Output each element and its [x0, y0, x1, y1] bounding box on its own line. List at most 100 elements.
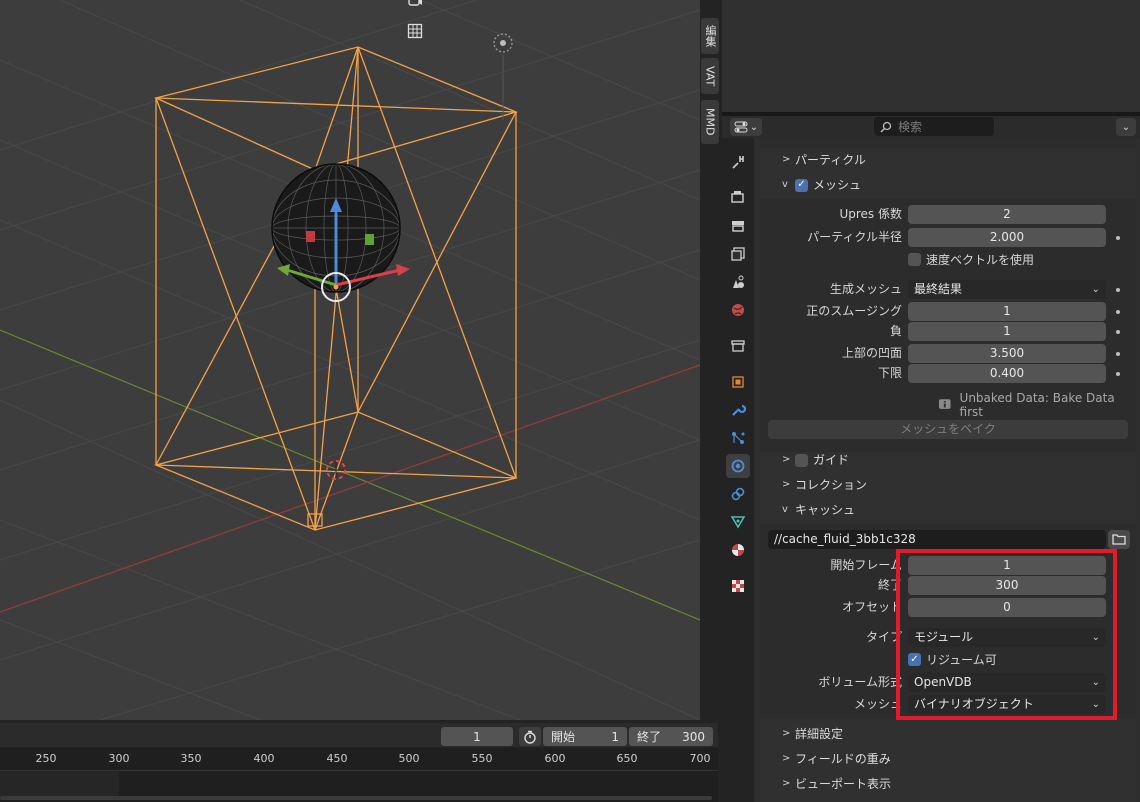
animate-dot[interactable] [1116, 372, 1120, 376]
upres-field[interactable]: 2 [908, 205, 1106, 224]
constraints-icon[interactable] [726, 482, 750, 506]
panel-particles-label: パーティクル [795, 153, 866, 167]
velocity-label: 速度ベクトルを使用 [926, 252, 1035, 267]
timeline-ruler[interactable]: 250 300 350 400 450 500 550 600 650 700 [0, 748, 718, 802]
data-icon[interactable] [726, 510, 750, 534]
chevron-right-icon: > [782, 479, 791, 490]
stopwatch-icon [524, 730, 536, 744]
mesh-enable-checkbox[interactable]: ✓ [795, 178, 808, 192]
grid-icon[interactable] [407, 23, 429, 45]
timeline-editor: 1 開始 1 終了 300 250 300 350 400 450 500 550 … [0, 720, 722, 802]
particle-radius-field[interactable]: 2.000 [908, 228, 1106, 247]
output-icon[interactable] [726, 214, 750, 238]
chevron-right-icon: > [782, 753, 791, 764]
properties-editor-icon [734, 121, 748, 133]
tab-mmd[interactable]: MMD [701, 100, 719, 144]
editor-type-button[interactable]: ⌄ [730, 118, 762, 136]
frame-range-shade [0, 770, 119, 798]
cache-mesh-format-label: メッシュ [853, 697, 902, 711]
ruler-tick-label: 600 [544, 752, 566, 765]
smooth-positive-field[interactable]: 1 [908, 302, 1106, 321]
animate-dot[interactable] [1116, 288, 1120, 292]
stopwatch-button[interactable] [519, 727, 541, 746]
panel-cache[interactable]: v キャッシュ [782, 498, 855, 522]
animate-dot[interactable] [1116, 352, 1120, 356]
frame-start-timeline-field[interactable]: 開始 1 [543, 727, 627, 746]
x-axis-line [0, 364, 700, 613]
chevron-right-icon: > [782, 454, 791, 465]
smooth-negative-field[interactable]: 1 [908, 322, 1106, 341]
cache-directory-value: //cache_fluid_3bb1c328 [774, 532, 916, 546]
smooth-negative-label: 負 [889, 324, 902, 338]
search-icon [880, 121, 892, 133]
frame-offset-label: オフセット [841, 600, 902, 614]
chevron-right-icon: > [782, 728, 791, 739]
options-dropdown-button[interactable]: ⌄ [1116, 118, 1136, 136]
concave-lower-label: 下限 [877, 366, 902, 380]
timeline-scrollbar[interactable] [0, 796, 712, 800]
ruler-tick-label: 650 [616, 752, 638, 765]
panel-guides-label: ガイド [813, 453, 850, 467]
panel-field-weights[interactable]: > フィールドの重み [782, 747, 891, 771]
timeline-start-value: 1 [611, 729, 619, 744]
tab-vat[interactable]: VAT [701, 58, 719, 94]
frame-end-timeline-field[interactable]: 終了 300 [629, 727, 713, 746]
concave-lower-field[interactable]: 0.400 [908, 364, 1106, 383]
particle-radius-label: パーティクル半径 [807, 230, 902, 244]
timeline-header: 1 開始 1 終了 300 [0, 723, 718, 747]
velocity-vector-toggle[interactable]: 速度ベクトルを使用 [908, 249, 1034, 269]
animate-dot[interactable] [1116, 310, 1120, 314]
object-icon[interactable] [726, 370, 750, 394]
cache-type-label: タイプ [865, 630, 902, 644]
panel-advanced[interactable]: > 詳細設定 [782, 722, 843, 746]
view-layer-icon[interactable] [726, 242, 750, 266]
ruler-divider [0, 770, 718, 771]
tool-icon[interactable] [726, 150, 750, 174]
cache-directory-field[interactable]: //cache_fluid_3bb1c328 [768, 530, 1106, 549]
ruler-tick-label: 300 [108, 752, 130, 765]
floor-grid [0, 0, 700, 720]
collection-icon[interactable] [726, 334, 750, 358]
panel-particles[interactable]: > パーティクル [782, 148, 866, 172]
modifier-icon[interactable] [726, 398, 750, 422]
current-frame-field[interactable]: 1 [441, 727, 513, 746]
particles-icon[interactable] [726, 426, 750, 450]
chevron-right-icon: > [782, 778, 791, 789]
panel-mesh[interactable]: v ✓ メッシュ [782, 173, 861, 197]
upper-editor-area[interactable] [722, 0, 1140, 112]
animate-dot[interactable] [1116, 330, 1120, 334]
panel-mesh-label: メッシュ [813, 178, 862, 192]
scene-icon[interactable] [726, 270, 750, 294]
physics-icon[interactable] [726, 454, 750, 478]
ruler-tick-label: 400 [253, 752, 275, 765]
chevron-down-icon: ⌄ [1091, 284, 1100, 295]
render-icon[interactable] [726, 185, 750, 209]
folder-browse-button[interactable] [1108, 530, 1130, 549]
folder-icon [1112, 534, 1126, 545]
generate-mesh-dropdown[interactable]: 最終結果 ⌄ [908, 280, 1106, 299]
velocity-checkbox[interactable] [908, 252, 921, 266]
world-icon[interactable] [726, 298, 750, 322]
panel-collections[interactable]: > コレクション [782, 473, 867, 497]
unbaked-info: Unbaked Data: Bake Data first [938, 391, 1136, 419]
ruler-tick-label: 700 [689, 752, 711, 765]
light-object[interactable] [493, 33, 513, 120]
3d-viewport[interactable] [0, 0, 700, 720]
material-icon[interactable] [726, 538, 750, 562]
search-input[interactable]: 検索 [874, 117, 994, 136]
chevron-right-icon: > [782, 154, 791, 165]
upres-label: Upres 係数 [839, 207, 902, 221]
timeline-end-value: 300 [682, 729, 705, 744]
bake-mesh-button[interactable]: メッシュをベイク [768, 420, 1128, 439]
frame-end-label: 終了 [877, 578, 902, 592]
guides-enable-checkbox[interactable] [795, 453, 808, 467]
camera-icon[interactable] [407, 0, 429, 16]
panel-guides[interactable]: > ガイド [782, 448, 849, 472]
properties-header: ⌄ 検索 ⌄ [722, 116, 1140, 138]
panel-viewport-display[interactable]: > ビューポート表示 [782, 772, 891, 796]
generate-mesh-value: 最終結果 [914, 282, 963, 296]
concave-upper-field[interactable]: 3.500 [908, 344, 1106, 363]
tab-edit[interactable]: 編集 [701, 18, 719, 54]
animate-dot[interactable] [1116, 236, 1120, 240]
texture-icon[interactable] [726, 574, 750, 598]
